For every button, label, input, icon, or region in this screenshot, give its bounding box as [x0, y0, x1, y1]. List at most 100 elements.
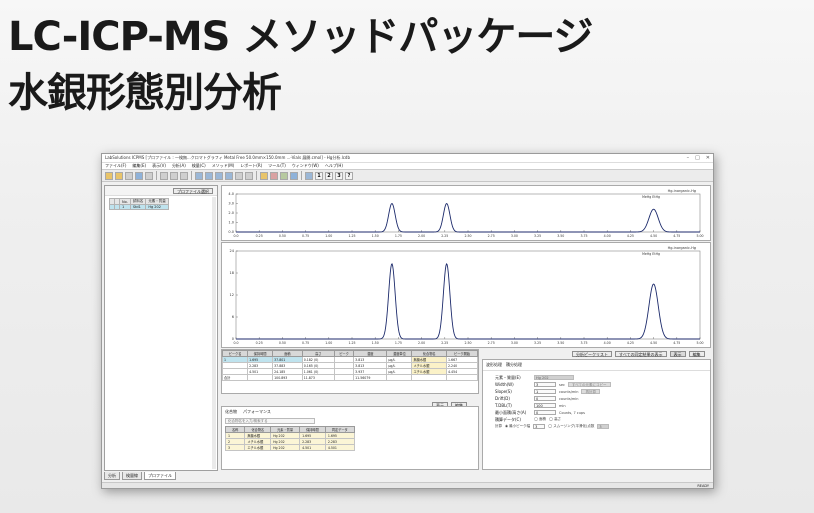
settings-icon[interactable] [245, 171, 253, 180]
table-cell[interactable] [446, 374, 478, 381]
param-label: T.DBL(T) [495, 403, 512, 408]
edit-button-top[interactable]: 編集 [688, 351, 705, 357]
y-tick-label: 24 [230, 249, 235, 253]
param-button[interactable]: すべての元素にコピー [567, 382, 611, 387]
grid-icon[interactable] [195, 171, 203, 180]
x-tick-label: 4.25 [627, 341, 634, 345]
sheet-icon[interactable] [215, 171, 223, 180]
all-peaks-button[interactable]: すべての同定結果の表示 [615, 351, 667, 357]
open-icon[interactable] [105, 171, 113, 180]
table-cell[interactable] [247, 374, 274, 381]
maximize-button[interactable]: □ [695, 155, 700, 161]
paste-icon[interactable] [180, 171, 188, 180]
table-cell[interactable]: 3 [224, 444, 246, 451]
help-icon[interactable]: ? [345, 171, 353, 180]
param-input[interactable]: 100 [534, 403, 556, 408]
tab-integration[interactable]: 積分処理 [506, 362, 522, 368]
peak-list-button[interactable]: 分析ピークリスト [572, 351, 612, 357]
method-panel: 波形処理 積分処理 元素・質量(E) Hg 202 Width(W) 3 sec… [482, 359, 711, 470]
chart-icon[interactable] [280, 171, 288, 180]
radio-smoothing-points[interactable]: ◯ スムージング(平滑化)点数 [548, 424, 594, 429]
compound-search-input[interactable]: 化合物名を入力/検索する [225, 418, 315, 424]
menu-report[interactable]: レポート(R) [240, 163, 262, 169]
table-cell[interactable] [333, 374, 355, 381]
headline-line2: 水銀形態別分析 [8, 70, 282, 116]
undo-icon[interactable] [235, 171, 243, 180]
sample-table: No. 試料名 元素・質量 1 Std1 Hg 202 [109, 198, 169, 210]
calc-value-1[interactable]: 3 [533, 424, 546, 429]
table-row[interactable]: 1 Std1 Hg 202 [109, 204, 169, 210]
menu-view[interactable]: 表示(V) [152, 163, 166, 169]
param-button[interactable]: 再計算 [581, 389, 600, 394]
monitor-icon[interactable] [290, 171, 298, 180]
tab-waveform[interactable]: 波形処理 [486, 362, 502, 368]
list-icon[interactable] [225, 171, 233, 180]
menu-file[interactable]: ファイル(F) [105, 163, 126, 169]
table-cell[interactable]: Hg 202 [270, 444, 301, 451]
tab-calibration[interactable]: 検量線 [122, 472, 142, 480]
radio-min-peak-width[interactable]: ◉ 最小ピーク幅 [505, 424, 530, 429]
table-cell[interactable] [386, 374, 413, 381]
element-select[interactable]: Hg 202 [534, 375, 574, 380]
table-cell[interactable]: 4.501 [324, 444, 355, 451]
layout-3-button[interactable]: 3 [335, 171, 343, 180]
title-bar: LabSolutions ICPMS [プロファイル : 一検無...クロマトグ… [102, 154, 713, 163]
menu-method[interactable]: メソッド(M) [212, 163, 235, 169]
x-tick-label: 0.0 [233, 234, 238, 238]
tab-performance[interactable]: パフォーマンス [243, 409, 271, 415]
param-input[interactable]: 3 [534, 382, 556, 387]
table-icon[interactable] [205, 171, 213, 180]
cut-icon[interactable] [160, 171, 168, 180]
layout-2-button[interactable]: 2 [325, 171, 333, 180]
param-input[interactable]: 1 [534, 389, 556, 394]
legend-label: Hg-inorganic-Hg [668, 246, 696, 250]
tab-analysis[interactable]: 分析 [104, 472, 120, 480]
profile-select-button[interactable]: プロファイル選択 [173, 187, 213, 194]
menu-analysis[interactable]: 分析(A) [172, 163, 186, 169]
legend-peak-names: MeHg EtHg [642, 252, 660, 256]
preview-icon[interactable] [145, 171, 153, 180]
x-tick-label: 0.50 [279, 341, 286, 345]
table-row[interactable]: 3 エチル水銀 Hg 202 4.501 4.501 [224, 444, 355, 451]
results-table-panel: ピーク名 保持時間 面積 高さ ピーク 濃度 濃度単位 化合物名 ピーク開始 1 1.695 37.8… [221, 349, 479, 394]
x-tick-label: 2.50 [464, 234, 471, 238]
table-row[interactable]: 合計 100.893 11.873 11.56079 [222, 374, 478, 381]
layout-1-button[interactable]: 1 [315, 171, 323, 180]
y-tick-label: 1.0 [228, 221, 234, 225]
table-cell[interactable]: 100.893 [272, 374, 303, 381]
close-button[interactable]: ✕ [706, 155, 710, 161]
element-label: 元素・質量(E) [495, 374, 521, 380]
new-icon[interactable] [115, 171, 123, 180]
print-icon[interactable] [135, 171, 143, 180]
menu-window[interactable]: ウィンドウ(W) [292, 163, 319, 169]
table-cell[interactable]: エチル水銀 [244, 444, 272, 451]
show-button-top[interactable]: 表示 [669, 351, 686, 357]
table-cell[interactable] [411, 374, 448, 381]
menu-edit[interactable]: 編集(E) [132, 163, 146, 169]
layout-icon[interactable] [305, 171, 313, 180]
minimize-button[interactable]: – [687, 155, 690, 161]
save-icon[interactable] [125, 171, 133, 180]
x-tick-label: 4.25 [627, 234, 634, 238]
copy-icon[interactable] [170, 171, 178, 180]
table-cell[interactable]: 11.873 [301, 374, 335, 381]
menu-help[interactable]: ヘルプ(H) [325, 163, 343, 169]
method-row: 最小面積/高さ(A) 0 Counts, 7 cups [495, 409, 710, 416]
flag-icon[interactable] [270, 171, 278, 180]
param-unit: counts/min [559, 389, 579, 394]
tab-profile[interactable]: プロファイル [144, 472, 176, 480]
menu-tools[interactable]: ツール(T) [268, 163, 286, 169]
param-input[interactable]: 0 [534, 396, 556, 401]
table-cell[interactable]: 合計 [222, 374, 249, 381]
table-cell[interactable]: 11.56079 [353, 374, 388, 381]
sample-scrollbar[interactable] [212, 197, 216, 469]
table-cell[interactable]: 4.501 [299, 444, 326, 451]
param-input[interactable]: 0 [534, 410, 556, 415]
tab-compound[interactable]: 化合物 [225, 409, 237, 415]
radio-height[interactable]: ◯ 高さ [549, 417, 561, 422]
y-tick-label: 18 [230, 271, 234, 275]
radio-area[interactable]: ◯ 面積 [534, 417, 546, 422]
menu-calibration[interactable]: 検量(C) [192, 163, 206, 169]
calc-value-2[interactable]: 3 [597, 424, 610, 429]
palette-icon[interactable] [260, 171, 268, 180]
